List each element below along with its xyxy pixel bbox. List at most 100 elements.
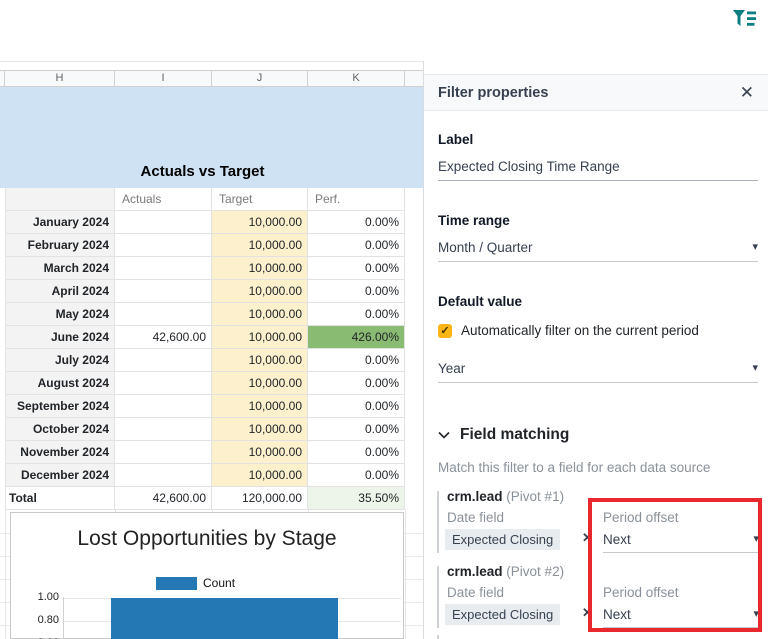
actuals-header-cell[interactable]: Actuals (115, 188, 212, 211)
column-header-sliver[interactable] (405, 71, 423, 86)
period-offset-select[interactable]: ▾ Next (603, 528, 759, 553)
perf-cell[interactable]: 426.00% (308, 326, 405, 349)
actuals-cell[interactable] (115, 257, 212, 280)
row-label-cell[interactable]: May 2024 (5, 303, 115, 326)
chart-card[interactable]: Lost Opportunities by Stage Count 1.00 0… (10, 512, 404, 639)
date-field-label: Date field (447, 585, 504, 600)
total-perf-cell[interactable]: 35.50% (308, 487, 405, 510)
row-label-cell[interactable]: March 2024 (5, 257, 115, 280)
row-label-cell[interactable]: November 2024 (5, 441, 115, 464)
target-cell[interactable]: 10,000.00 (212, 211, 308, 234)
filter-label-input[interactable]: Expected Closing Time Range (438, 153, 758, 181)
screen: H I J K Actuals vs Target Actuals Target… (0, 0, 768, 639)
target-cell[interactable]: 10,000.00 (212, 234, 308, 257)
perf-cell[interactable]: 0.00% (308, 303, 405, 326)
table-body: January 202410,000.000.00%February 20241… (5, 211, 405, 510)
perf-cell[interactable]: 0.00% (308, 234, 405, 257)
perf-cell[interactable]: 0.00% (308, 349, 405, 372)
actuals-cell[interactable] (115, 349, 212, 372)
field-matching-heading: Field matching (460, 426, 569, 444)
chevron-down-icon (438, 431, 450, 439)
total-target-cell[interactable]: 120,000.00 (212, 487, 308, 510)
chevron-down-icon: ▾ (753, 603, 759, 626)
field-matching-toggle[interactable]: Field matching (438, 426, 569, 444)
target-cell[interactable]: 10,000.00 (212, 441, 308, 464)
panel-header: Filter properties ✕ (424, 74, 768, 111)
legend-swatch (156, 577, 197, 590)
actuals-cell[interactable]: 42,600.00 (115, 326, 212, 349)
period-offset-select[interactable]: ▾ Next (603, 603, 759, 628)
target-cell[interactable]: 10,000.00 (212, 303, 308, 326)
target-cell[interactable]: 10,000.00 (212, 257, 308, 280)
row-label-cell[interactable]: December 2024 (5, 464, 115, 487)
actuals-cell[interactable] (115, 372, 212, 395)
filter-properties-panel: Filter properties ✕ Label Expected Closi… (423, 61, 768, 639)
column-header-i[interactable]: I (115, 71, 212, 86)
actuals-cell[interactable] (115, 280, 212, 303)
time-range-value: Month / Quarter (438, 240, 533, 255)
row-label-cell[interactable]: January 2024 (5, 211, 115, 234)
target-cell[interactable]: 10,000.00 (212, 418, 308, 441)
actuals-cell[interactable] (115, 441, 212, 464)
label-heading: Label (438, 132, 473, 147)
target-cell[interactable]: 10,000.00 (212, 372, 308, 395)
target-cell[interactable]: 10,000.00 (212, 280, 308, 303)
row-label-cell[interactable]: July 2024 (5, 349, 115, 372)
perf-cell[interactable]: 0.00% (308, 211, 405, 234)
target-cell[interactable]: 10,000.00 (212, 464, 308, 487)
gridline (405, 510, 406, 639)
table-row: January 2024 10,000.000.00% (5, 211, 405, 234)
perf-cell[interactable]: 0.00% (308, 395, 405, 418)
table-row: May 2024 10,000.000.00% (5, 303, 405, 326)
total-actuals-cell[interactable]: 42,600.00 (115, 487, 212, 510)
row-label-cell[interactable]: February 2024 (5, 234, 115, 257)
column-header-h[interactable]: H (5, 71, 115, 86)
table-total-row: Total42,600.00120,000.0035.50% (5, 487, 405, 510)
target-cell[interactable]: 10,000.00 (212, 326, 308, 349)
actuals-cell[interactable] (115, 418, 212, 441)
target-header-cell[interactable]: Target (212, 188, 308, 211)
default-period-select[interactable]: ▾ Year (438, 355, 758, 383)
total-label-cell[interactable]: Total (5, 487, 115, 510)
perf-cell[interactable]: 0.00% (308, 464, 405, 487)
field-match-block-pivot2: crm.lead (Pivot #2) Date field Period of… (424, 564, 768, 630)
actuals-cell[interactable] (115, 303, 212, 326)
y-tick: 1.00 (19, 591, 59, 603)
period-offset-label: Period offset (603, 510, 679, 525)
date-field-tag[interactable]: Expected Closing (445, 604, 560, 625)
perf-cell[interactable]: 0.00% (308, 441, 405, 464)
perf-header-cell[interactable]: Perf. (308, 188, 405, 211)
perf-cell[interactable]: 0.00% (308, 280, 405, 303)
chevron-down-icon: ▾ (752, 355, 758, 382)
auto-filter-checkbox[interactable]: ✓ (438, 324, 452, 338)
app-logo-icon[interactable] (732, 9, 758, 31)
row-label-cell[interactable]: April 2024 (5, 280, 115, 303)
actuals-cell[interactable] (115, 211, 212, 234)
time-range-select[interactable]: ▾ Month / Quarter (438, 234, 758, 262)
remove-field-icon[interactable]: ✕ (582, 530, 593, 546)
target-cell[interactable]: 10,000.00 (212, 395, 308, 418)
actuals-cell[interactable] (115, 234, 212, 257)
remove-field-icon[interactable]: ✕ (582, 605, 593, 621)
perf-cell[interactable]: 0.00% (308, 418, 405, 441)
perf-cell[interactable]: 0.00% (308, 257, 405, 280)
table-row: April 2024 10,000.000.00% (5, 280, 405, 303)
date-field-tag[interactable]: Expected Closing (445, 529, 560, 550)
column-header-k[interactable]: K (308, 71, 405, 86)
row-label-cell[interactable]: June 2024 (5, 326, 115, 349)
sheet-cell[interactable] (5, 188, 115, 211)
row-label-cell[interactable]: October 2024 (5, 418, 115, 441)
actuals-cell[interactable] (115, 395, 212, 418)
perf-cell[interactable]: 0.00% (308, 372, 405, 395)
indent-line (437, 635, 439, 639)
period-offset-value: Next (603, 607, 631, 622)
column-header-j[interactable]: J (212, 71, 308, 86)
default-value-heading: Default value (438, 294, 522, 309)
target-cell[interactable]: 10,000.00 (212, 349, 308, 372)
model-name: crm.lead (447, 564, 503, 579)
row-label-cell[interactable]: August 2024 (5, 372, 115, 395)
actuals-cell[interactable] (115, 464, 212, 487)
table-row: October 2024 10,000.000.00% (5, 418, 405, 441)
row-label-cell[interactable]: September 2024 (5, 395, 115, 418)
close-icon[interactable]: ✕ (740, 84, 754, 101)
